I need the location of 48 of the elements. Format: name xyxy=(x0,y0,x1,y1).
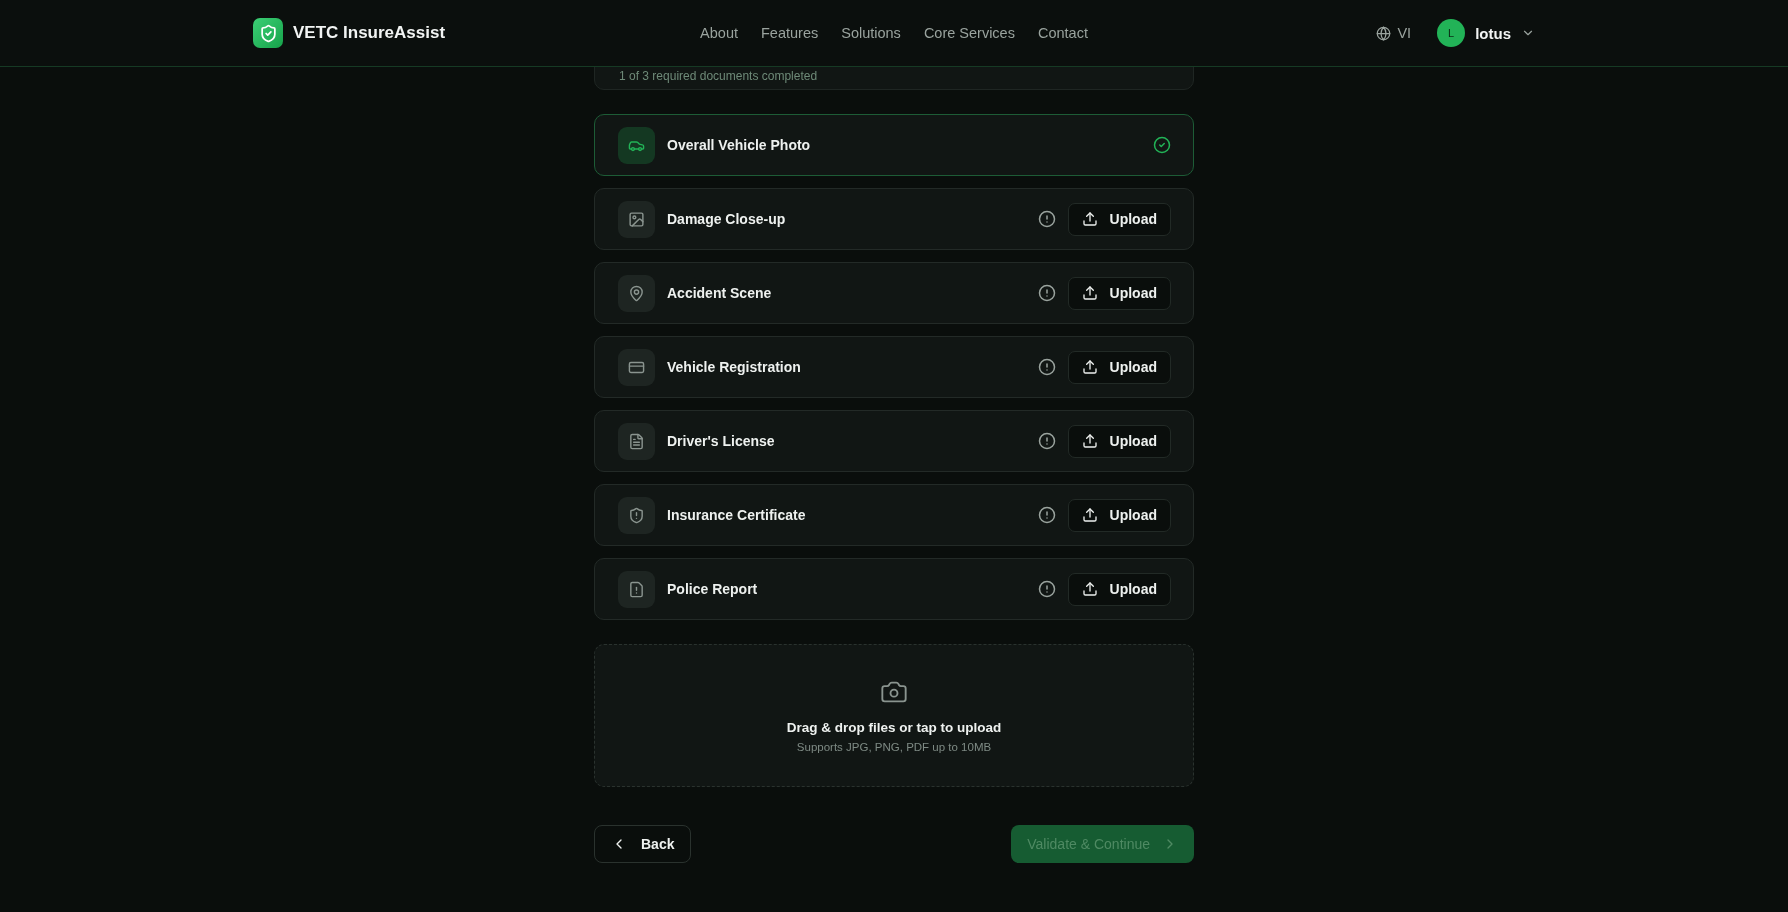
alert-circle-icon xyxy=(1037,580,1056,598)
document-name: Driver's License xyxy=(667,433,776,449)
upload-icon xyxy=(1081,211,1098,227)
upload-button[interactable]: Upload xyxy=(1067,276,1171,310)
nav-link[interactable]: Solutions xyxy=(841,25,901,41)
alert-circle-icon xyxy=(1037,506,1056,524)
document-name: Damage Close-up xyxy=(667,211,787,227)
user-menu-button[interactable]: L lotus xyxy=(1437,19,1535,47)
upload-icon xyxy=(1081,359,1098,375)
avatar: L xyxy=(1437,19,1466,47)
check-circle-icon xyxy=(1153,136,1171,154)
dropzone[interactable]: Drag & drop files or tap to upload Supports JPG, PNG, PDF up to 10MB xyxy=(594,644,1194,787)
alert-circle-icon xyxy=(1037,432,1056,450)
shield-check-icon xyxy=(253,18,283,48)
nav-link[interactable]: About xyxy=(700,25,738,41)
alert-circle-icon xyxy=(1037,284,1056,302)
card-icon xyxy=(618,348,655,386)
nav-link[interactable]: Core Services xyxy=(923,25,1015,41)
progress-text: 1 of 3 required documents completed xyxy=(619,69,818,83)
alert-circle-icon xyxy=(1037,358,1056,376)
upload-icon xyxy=(1081,507,1098,523)
document-name: Accident Scene xyxy=(667,285,773,301)
upload-button[interactable]: Upload xyxy=(1067,202,1171,236)
map-pin-icon xyxy=(618,274,655,312)
car-icon xyxy=(618,126,655,164)
alert-circle-icon xyxy=(1037,210,1056,228)
back-button[interactable]: Back xyxy=(594,825,692,863)
document-name: Insurance Certificate xyxy=(667,507,807,523)
nav-link[interactable]: Features xyxy=(761,25,819,41)
dropzone-title: Drag & drop files or tap to upload xyxy=(786,720,1002,735)
image-icon xyxy=(618,200,655,238)
document-name: Vehicle Registration xyxy=(667,359,802,375)
nav-link[interactable]: Contact xyxy=(1037,25,1088,41)
upload-icon xyxy=(1081,581,1098,597)
upload-button[interactable]: Upload xyxy=(1067,572,1171,606)
upload-button[interactable]: Upload xyxy=(1067,424,1171,458)
dropzone-hint: Supports JPG, PNG, PDF up to 10MB xyxy=(796,741,992,753)
language-button[interactable]: VI xyxy=(1376,25,1412,41)
upload-icon xyxy=(1081,433,1098,449)
document-icon xyxy=(618,422,655,460)
document-name: Overall Vehicle Photo xyxy=(667,137,812,153)
upload-icon xyxy=(1081,285,1098,301)
document-name: Police Report xyxy=(667,581,759,597)
brand-name: VETC InsureAssist xyxy=(293,23,446,43)
upload-button[interactable]: Upload xyxy=(1067,350,1171,384)
document-alert-icon xyxy=(618,570,655,608)
shield-alert-icon xyxy=(618,496,655,534)
upload-button[interactable]: Upload xyxy=(1067,498,1171,532)
